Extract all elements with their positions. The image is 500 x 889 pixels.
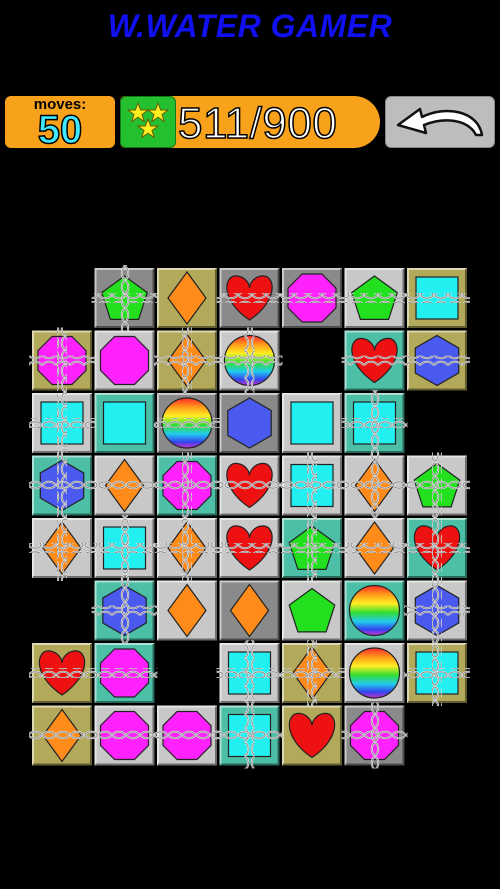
chain-vertical (432, 515, 442, 581)
chain-vertical (369, 452, 380, 519)
chain-horizontal (404, 355, 470, 366)
chain-horizontal (154, 418, 220, 428)
chain-vertical (244, 702, 255, 769)
board-tile[interactable] (344, 643, 405, 703)
chain-horizontal (404, 293, 470, 303)
chain-vertical (244, 640, 255, 706)
square-gem-icon (102, 401, 147, 445)
chain-horizontal (91, 668, 158, 678)
octagon-gem-icon (99, 335, 150, 386)
chain-horizontal (216, 480, 283, 491)
chain-vertical (57, 390, 67, 456)
chain-vertical (432, 452, 442, 519)
game-board (29, 265, 470, 769)
board-tile[interactable] (157, 580, 217, 641)
chain-vertical (119, 577, 130, 644)
chain-horizontal (154, 730, 220, 741)
board-tile[interactable] (219, 580, 280, 641)
chain-vertical (57, 327, 67, 394)
chain-vertical (432, 640, 442, 706)
chain-vertical (119, 515, 130, 581)
chain-vertical (432, 577, 442, 644)
chain-vertical (307, 515, 317, 581)
chain-horizontal (216, 543, 283, 553)
board-tile[interactable] (94, 393, 155, 453)
board-tile[interactable] (157, 268, 217, 328)
chain-horizontal (279, 293, 345, 303)
board-tile[interactable] (94, 330, 155, 391)
chain-vertical (182, 452, 192, 519)
chain-vertical (369, 390, 380, 456)
square-gem-icon (290, 401, 334, 445)
chain-horizontal (91, 480, 158, 491)
chain-vertical (307, 452, 317, 519)
chain-horizontal (341, 543, 408, 553)
chain-vertical (182, 515, 192, 581)
chain-horizontal (341, 355, 408, 366)
board-tile[interactable] (282, 393, 342, 453)
chain-horizontal (91, 730, 158, 741)
board-tile[interactable] (219, 393, 280, 453)
rainbow-gem-icon (348, 584, 401, 637)
board-tile[interactable] (344, 580, 405, 641)
chain-vertical (307, 640, 317, 706)
board-tile[interactable] (282, 580, 342, 641)
chain-vertical (244, 327, 255, 394)
chain-vertical (182, 327, 192, 394)
chain-horizontal (216, 293, 283, 303)
chain-vertical (57, 452, 67, 519)
chain-horizontal (29, 730, 95, 741)
chain-vertical (119, 265, 130, 331)
chain-horizontal (29, 668, 95, 678)
board-tile[interactable] (282, 705, 342, 766)
chain-horizontal (341, 293, 408, 303)
rainbow-gem-icon (348, 647, 401, 699)
chain-vertical (57, 515, 67, 581)
chain-vertical (369, 702, 380, 769)
